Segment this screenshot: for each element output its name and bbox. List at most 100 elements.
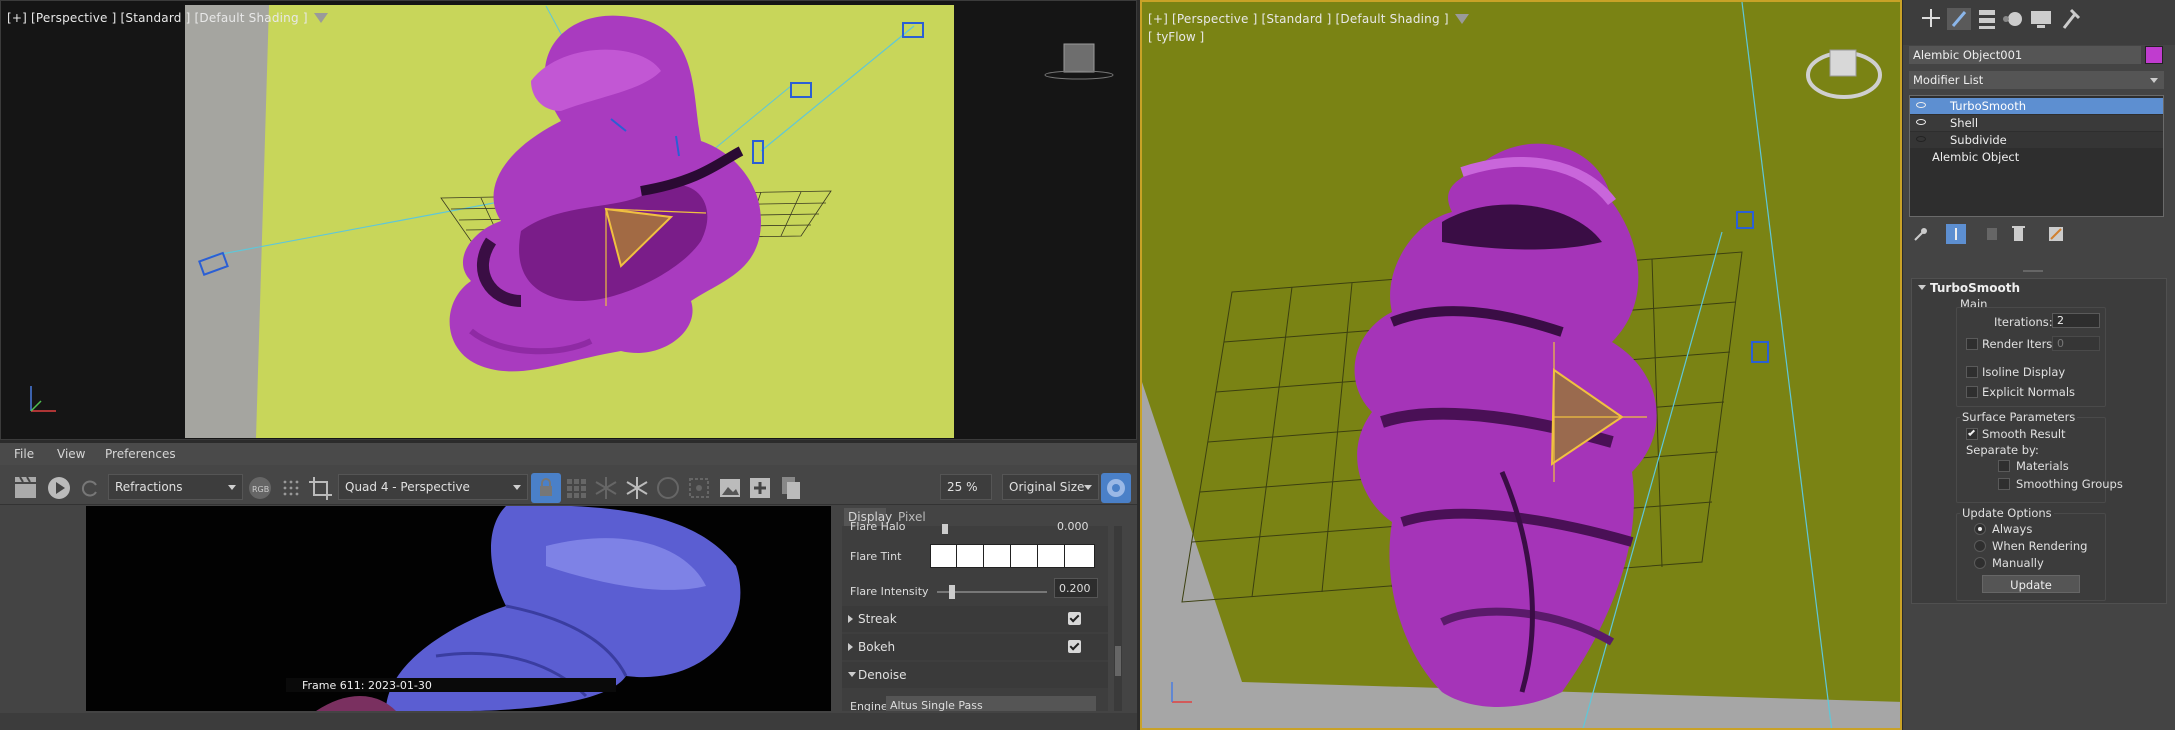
smoothing-groups-label: Smoothing Groups	[2016, 477, 2123, 491]
update-when-rendering-label: When Rendering	[1992, 539, 2088, 553]
display-tab-icon[interactable]	[2031, 11, 2051, 28]
update-manually-label: Manually	[1992, 556, 2044, 570]
command-panel-tabs	[1903, 0, 2175, 45]
streak-checkbox[interactable]	[1068, 612, 1081, 625]
rollout-title[interactable]: TurboSmooth	[1930, 281, 2020, 295]
rgb-icon[interactable]: RGB	[246, 473, 274, 503]
hierarchy-tab-icon[interactable]	[1979, 10, 1995, 29]
turbosmooth-rollout: TurboSmooth Main Iterations: 2 Render It…	[1911, 278, 2167, 604]
flare-intensity-field[interactable]: 0.200	[1054, 578, 1098, 598]
iterations-spinner[interactable]: 2	[2052, 313, 2100, 328]
region-icon[interactable]	[685, 473, 713, 503]
smooth-result-label: Smooth Result	[1982, 427, 2066, 441]
play-icon[interactable]	[45, 473, 73, 503]
object-color-swatch[interactable]	[2145, 46, 2163, 64]
eye-icon[interactable]	[1916, 102, 1926, 108]
modifier-list-dropdown[interactable]: Modifier List	[1909, 71, 2164, 89]
streak-rollout[interactable]: Streak	[842, 606, 1108, 632]
object-name-field[interactable]: Alembic Object001	[1909, 46, 2141, 64]
show-end-result-icon[interactable]	[1946, 224, 1966, 244]
make-unique-icon[interactable]	[1987, 228, 1997, 240]
isoline-display-label: Isoline Display	[1982, 365, 2066, 379]
tiles-icon[interactable]	[563, 473, 589, 503]
snowflake-dim-icon[interactable]	[592, 473, 620, 503]
configure-sets-icon[interactable]	[2049, 227, 2063, 241]
camera-view-select[interactable]: Quad 4 - Perspective	[338, 474, 528, 500]
eye-off-icon[interactable]	[1916, 136, 1926, 142]
stack-item-subdivide[interactable]: Subdivide	[1910, 132, 2163, 148]
pin-stack-icon[interactable]	[1914, 228, 1927, 241]
snowflake-icon[interactable]	[623, 473, 651, 503]
frame-buffer-statusbar	[0, 713, 1137, 730]
flare-tint-label: Flare Tint	[850, 550, 902, 563]
motion-tab-icon[interactable]	[2003, 12, 2022, 26]
render-settings-panel: Display Pixel Flare Halo 0.000 Flare Tin…	[838, 506, 1128, 711]
frame-buffer-menubar: File View Preferences	[0, 443, 1137, 465]
engine-label: Engine	[850, 700, 888, 711]
eye-icon[interactable]	[1916, 119, 1926, 125]
materials-checkbox[interactable]	[1998, 460, 2010, 472]
size-mode-select[interactable]: Original Size	[1002, 474, 1099, 500]
stack-item-alembic[interactable]: Alembic Object	[1910, 149, 2163, 165]
bokeh-rollout[interactable]: Bokeh	[842, 634, 1108, 660]
bokeh-checkbox[interactable]	[1068, 640, 1081, 653]
menu-view[interactable]: View	[57, 447, 85, 461]
viewport-sublabel: [ tyFlow ]	[1148, 30, 1205, 44]
lock-icon[interactable]	[531, 473, 561, 503]
stack-item-turbosmooth[interactable]: TurboSmooth	[1910, 98, 2163, 114]
viewport-scene	[30, 5, 1114, 438]
zoom-input[interactable]: 25 %	[940, 474, 992, 500]
add-image-icon[interactable]	[746, 473, 774, 503]
image-icon[interactable]	[716, 473, 744, 503]
smooth-result-checkbox[interactable]	[1966, 428, 1978, 440]
command-panel: Alembic Object001 Modifier List TurboSmo…	[1903, 0, 2175, 730]
create-tab-icon[interactable]	[1922, 9, 1940, 27]
viewport-label[interactable]: [+] [Perspective ] [Standard ] [Default …	[7, 11, 328, 25]
iterations-label: Iterations:	[1994, 315, 2053, 329]
render-clapper-icon[interactable]	[12, 473, 40, 503]
filter-icon[interactable]	[1454, 14, 1469, 24]
flare-intensity-slider[interactable]	[937, 585, 1047, 599]
settings-gear-icon[interactable]	[1101, 473, 1131, 503]
render-iters-checkbox[interactable]	[1966, 338, 1978, 350]
menu-preferences[interactable]: Preferences	[105, 447, 176, 461]
explicit-normals-checkbox[interactable]	[1966, 386, 1978, 398]
settings-scrollbar[interactable]	[1114, 526, 1122, 711]
render-image-content	[286, 506, 741, 711]
filter-icon[interactable]	[313, 13, 328, 23]
update-always-radio[interactable]	[1974, 523, 1986, 535]
refresh-icon[interactable]	[78, 473, 102, 503]
materials-label: Materials	[2016, 459, 2069, 473]
viewport-label[interactable]: [+] [Perspective ] [Standard ] [Default …	[1148, 12, 1469, 26]
engine-select[interactable]: Altus Single Pass	[886, 696, 1096, 711]
frame-overlay-text: Frame 611: 2023-01-30	[302, 679, 432, 692]
utilities-tab-icon[interactable]	[2062, 8, 2081, 29]
update-when-rendering-radio[interactable]	[1974, 540, 1986, 552]
viewport-scene	[1142, 2, 1900, 728]
update-manually-radio[interactable]	[1974, 557, 1986, 569]
flare-halo-value[interactable]: 0.000	[1057, 520, 1089, 533]
surface-heading: Surface Parameters	[1960, 410, 2078, 424]
denoise-rollout[interactable]: Denoise	[842, 662, 1108, 688]
frame-buffer-toolbar: Refractions RGB Quad 4 - Perspective 25 …	[0, 465, 1137, 505]
modify-tab-icon[interactable]	[1947, 8, 1971, 30]
render-image[interactable]: Frame 611: 2023-01-30	[86, 506, 831, 711]
update-button[interactable]: Update	[1982, 575, 2080, 593]
stack-item-shell[interactable]: Shell	[1910, 115, 2163, 131]
smoothing-groups-checkbox[interactable]	[1998, 478, 2010, 490]
flare-halo-slider[interactable]	[942, 524, 948, 534]
circle-icon[interactable]	[654, 473, 682, 503]
viewport-perspective-right[interactable]: [+] [Perspective ] [Standard ] [Default …	[1140, 0, 1902, 730]
stack-toolbar	[1909, 222, 2164, 248]
render-iters-spinner[interactable]: 0	[2052, 336, 2100, 351]
copy-icon[interactable]	[777, 473, 805, 503]
menu-file[interactable]: File	[14, 447, 34, 461]
flare-tint-swatch[interactable]	[930, 544, 1095, 568]
crop-icon[interactable]	[306, 473, 334, 503]
channel-select[interactable]: Refractions	[108, 474, 243, 500]
isoline-display-checkbox[interactable]	[1966, 366, 1978, 378]
delete-modifier-icon[interactable]	[2012, 226, 2025, 241]
update-heading: Update Options	[1960, 506, 2054, 520]
viewport-perspective-top-left[interactable]: [+] [Perspective ] [Standard ] [Default …	[0, 0, 1137, 440]
dots-grid-icon[interactable]	[278, 473, 304, 503]
